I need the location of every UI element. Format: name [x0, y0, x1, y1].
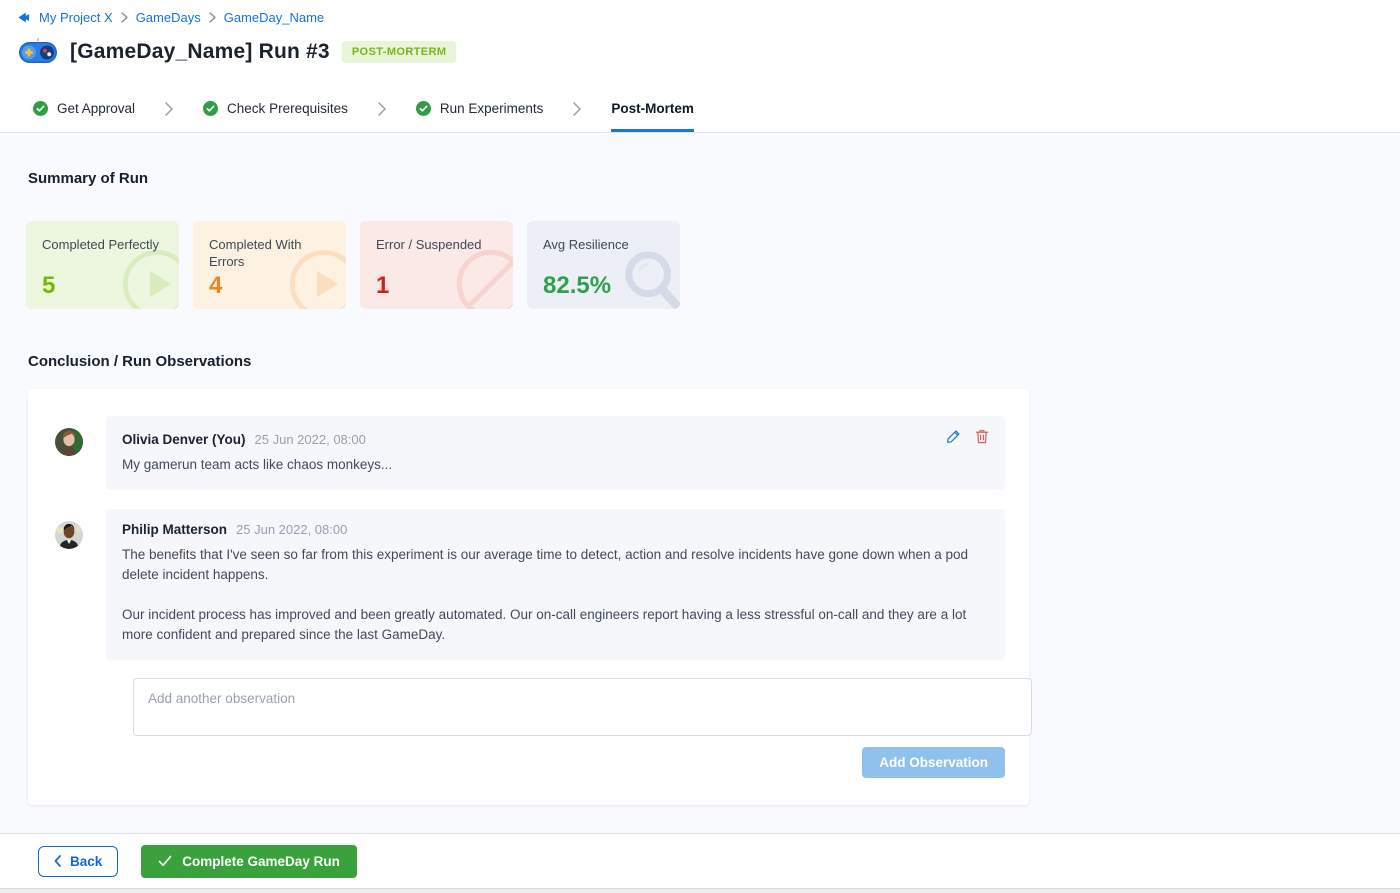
trash-icon — [975, 429, 989, 444]
stat-label: Completed With Errors — [209, 236, 330, 270]
summary-cards: Completed Perfectly 5 Completed With Err… — [26, 221, 1400, 309]
comment-author: Olivia Denver (You) — [122, 432, 246, 447]
stat-value: 1 — [376, 272, 389, 300]
tab-post-mortem[interactable]: Post-Mortem — [611, 85, 694, 132]
delete-comment-button[interactable] — [975, 429, 989, 444]
magnifier-icon — [618, 248, 680, 309]
comment-row: Olivia Denver (You) 25 Jun 2022, 08:00 — [55, 416, 1005, 490]
footer-bar: Back Complete GameDay Run — [0, 833, 1400, 888]
comment-row: Philip Matterson 25 Jun 2022, 08:00 The … — [55, 509, 1005, 660]
status-badge: POST-MORTERM — [342, 41, 457, 63]
ban-circle-icon — [453, 246, 513, 309]
back-button[interactable]: Back — [38, 846, 118, 877]
avatar — [55, 428, 83, 456]
observations-heading: Conclusion / Run Observations — [28, 353, 1400, 370]
step-tabbar: Get Approval Check Prerequisites Run Exp… — [0, 85, 1400, 133]
stat-value: 5 — [42, 272, 55, 300]
tab-get-approval[interactable]: Get Approval — [33, 85, 135, 132]
gamepad-icon — [18, 37, 58, 67]
tab-label: Post-Mortem — [611, 101, 694, 116]
comment-text: The benefits that I've seen so far from … — [122, 545, 989, 645]
chevron-right-icon — [573, 85, 581, 132]
breadcrumb-item-gamedays[interactable]: GameDays — [136, 10, 201, 25]
chevron-right-icon — [209, 12, 216, 23]
comment-text: My gamerun team acts like chaos monkeys.… — [122, 455, 989, 475]
complete-button-label: Complete GameDay Run — [182, 854, 340, 869]
chevron-right-icon — [378, 85, 386, 132]
chevron-left-icon — [54, 855, 61, 867]
edit-comment-button[interactable] — [946, 429, 961, 444]
stat-value: 4 — [209, 272, 222, 300]
stat-label: Avg Resilience — [543, 236, 664, 253]
stat-label: Error / Suspended — [376, 236, 497, 253]
comment-author: Philip Matterson — [122, 522, 227, 537]
bottom-strip — [0, 888, 1400, 893]
tab-check-prerequisites[interactable]: Check Prerequisites — [203, 85, 348, 132]
stat-value: 82.5% — [543, 272, 611, 300]
page-header: My Project X GameDays GameDay_Name [Game… — [0, 0, 1400, 85]
tab-run-experiments[interactable]: Run Experiments — [416, 85, 544, 132]
back-button-label: Back — [70, 854, 102, 869]
observations-card: Olivia Denver (You) 25 Jun 2022, 08:00 — [28, 389, 1029, 805]
app-logo-icon — [16, 10, 31, 25]
stat-label: Completed Perfectly — [42, 236, 163, 253]
comment-timestamp: 25 Jun 2022, 08:00 — [255, 432, 366, 447]
chevron-right-icon — [121, 12, 128, 23]
tab-label: Get Approval — [57, 101, 135, 116]
chevron-right-icon — [165, 85, 173, 132]
stat-card-error-suspended: Error / Suspended 1 — [360, 221, 513, 309]
check-circle-icon — [203, 101, 218, 116]
comment-bubble: Philip Matterson 25 Jun 2022, 08:00 The … — [106, 509, 1005, 660]
avatar — [55, 521, 83, 549]
stat-card-avg-resilience: Avg Resilience 82.5% — [527, 221, 680, 309]
pencil-icon — [946, 429, 961, 444]
summary-heading: Summary of Run — [28, 170, 1400, 187]
complete-gameday-run-button[interactable]: Complete GameDay Run — [141, 845, 357, 878]
comment-bubble: Olivia Denver (You) 25 Jun 2022, 08:00 — [106, 416, 1005, 490]
breadcrumb-item-project[interactable]: My Project X — [39, 10, 113, 25]
play-circle-icon — [119, 246, 179, 309]
page-title: [GameDay_Name] Run #3 — [70, 40, 330, 64]
breadcrumb: My Project X GameDays GameDay_Name — [16, 10, 1400, 25]
check-icon — [158, 855, 172, 867]
main-content: Summary of Run Completed Perfectly 5 Com… — [0, 133, 1400, 833]
stat-card-completed-perfectly: Completed Perfectly 5 — [26, 221, 179, 309]
comment-timestamp: 25 Jun 2022, 08:00 — [236, 522, 347, 537]
breadcrumb-item-gameday-name[interactable]: GameDay_Name — [224, 10, 324, 25]
stat-card-completed-with-errors: Completed With Errors 4 — [193, 221, 346, 309]
check-circle-icon — [416, 101, 431, 116]
add-observation-button[interactable]: Add Observation — [862, 747, 1005, 778]
add-observation-input[interactable] — [133, 678, 1032, 736]
tab-label: Check Prerequisites — [227, 101, 348, 116]
check-circle-icon — [33, 101, 48, 116]
tab-label: Run Experiments — [440, 101, 544, 116]
